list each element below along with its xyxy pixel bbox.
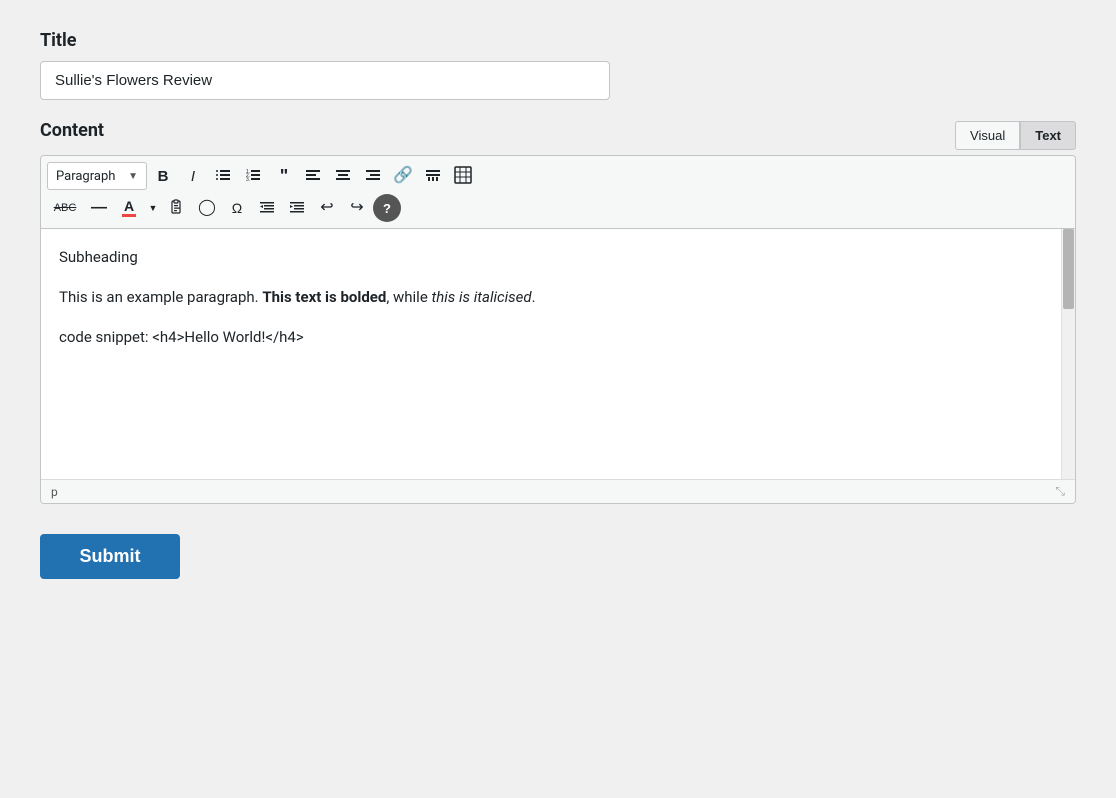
undo-icon: ↩ bbox=[320, 200, 333, 216]
paste-text-button[interactable] bbox=[163, 194, 191, 222]
editor-scrollbar[interactable] bbox=[1061, 229, 1075, 479]
toolbar-row-1: Paragraph ▼ B I bbox=[47, 160, 1069, 192]
clear-format-button[interactable]: ◯ bbox=[193, 194, 221, 222]
link-icon: 🔗 bbox=[393, 168, 413, 184]
table-button[interactable] bbox=[449, 162, 477, 190]
bold-button[interactable]: B bbox=[149, 162, 177, 190]
blockquote-icon: " bbox=[280, 167, 287, 185]
content-section: Content Visual Text Paragraph ▼ bbox=[40, 120, 1076, 504]
strikethrough-button[interactable]: ABC bbox=[47, 194, 83, 222]
special-chars-button[interactable]: Ω bbox=[223, 194, 251, 222]
content-tabs: Visual Text bbox=[955, 121, 1076, 150]
paragraph-dropdown-arrow: ▼ bbox=[128, 171, 138, 182]
svg-text:3.: 3. bbox=[246, 177, 250, 183]
submit-button[interactable]: Submit bbox=[40, 534, 180, 579]
title-input[interactable] bbox=[40, 61, 610, 100]
align-center-button[interactable] bbox=[329, 162, 357, 190]
unordered-list-button[interactable] bbox=[209, 162, 237, 190]
outdent-icon bbox=[259, 199, 275, 217]
help-button[interactable]: ? bbox=[373, 194, 401, 222]
align-left-button[interactable] bbox=[299, 162, 327, 190]
scrollbar-thumb bbox=[1063, 229, 1074, 309]
italic-text: this is italicised bbox=[432, 288, 532, 306]
submit-section: Submit bbox=[40, 534, 1076, 579]
link-button[interactable]: 🔗 bbox=[389, 162, 417, 190]
tab-text[interactable]: Text bbox=[1020, 121, 1076, 150]
table-icon bbox=[454, 166, 472, 186]
paragraph-dropdown[interactable]: Paragraph ▼ bbox=[47, 162, 147, 190]
content-header: Content Visual Text bbox=[40, 120, 1076, 151]
editor-tag-indicator: p bbox=[51, 485, 58, 499]
editor-paragraph: This is an example paragraph. This text … bbox=[59, 285, 1043, 309]
outdent-button[interactable] bbox=[253, 194, 281, 222]
indent-icon bbox=[289, 199, 305, 217]
align-right-button[interactable] bbox=[359, 162, 387, 190]
editor-code-line: code snippet: <h4>Hello World!</h4> bbox=[59, 325, 1043, 349]
italic-button[interactable]: I bbox=[179, 162, 207, 190]
redo-icon: ↪ bbox=[350, 200, 363, 216]
ordered-list-button[interactable]: 1. 2. 3. bbox=[239, 162, 267, 190]
toolbar-row-2: ABC — A ▼ bbox=[47, 192, 1069, 224]
text-color-button[interactable]: A bbox=[115, 194, 143, 222]
bold-icon: B bbox=[158, 169, 169, 184]
paste-text-icon bbox=[169, 199, 185, 217]
toolbar: Paragraph ▼ B I bbox=[41, 156, 1075, 229]
editor-body: Subheading This is an example paragraph.… bbox=[41, 229, 1075, 479]
special-chars-icon: Ω bbox=[232, 201, 242, 215]
strikethrough-icon: ABC bbox=[54, 203, 77, 214]
paragraph-select-label: Paragraph bbox=[56, 169, 115, 184]
redo-button[interactable]: ↪ bbox=[343, 194, 371, 222]
em-dash-button[interactable]: — bbox=[85, 194, 113, 222]
align-center-icon bbox=[335, 167, 351, 185]
align-right-icon bbox=[365, 167, 381, 185]
text-color-arrow-icon: ▼ bbox=[149, 204, 158, 213]
bold-text: This text is bolded bbox=[262, 288, 386, 306]
editor-container: Paragraph ▼ B I bbox=[40, 155, 1076, 504]
tab-visual[interactable]: Visual bbox=[955, 121, 1020, 150]
blockquote-button[interactable]: " bbox=[269, 162, 297, 190]
ordered-list-icon: 1. 2. 3. bbox=[245, 167, 261, 185]
text-color-icon: A bbox=[122, 199, 136, 217]
resize-handle[interactable]: ⤡ bbox=[1055, 484, 1065, 499]
page-container: Title Content Visual Text P bbox=[40, 30, 1076, 579]
align-left-icon bbox=[305, 167, 321, 185]
text-color-arrow-button[interactable]: ▼ bbox=[145, 194, 161, 222]
em-dash-icon: — bbox=[91, 200, 107, 216]
unordered-list-icon bbox=[215, 167, 231, 185]
content-label: Content bbox=[40, 120, 104, 141]
horizontal-rule-icon bbox=[425, 167, 441, 185]
help-icon: ? bbox=[383, 202, 391, 215]
title-section: Title bbox=[40, 30, 1076, 100]
italic-icon: I bbox=[191, 169, 195, 184]
clear-format-icon: ◯ bbox=[198, 200, 216, 216]
title-label: Title bbox=[40, 30, 1076, 51]
editor-content-area[interactable]: Subheading This is an example paragraph.… bbox=[41, 229, 1061, 479]
editor-subheading: Subheading bbox=[59, 245, 1043, 269]
horizontal-rule-button[interactable] bbox=[419, 162, 447, 190]
indent-button[interactable] bbox=[283, 194, 311, 222]
undo-button[interactable]: ↩ bbox=[313, 194, 341, 222]
editor-statusbar: p ⤡ bbox=[41, 479, 1075, 503]
